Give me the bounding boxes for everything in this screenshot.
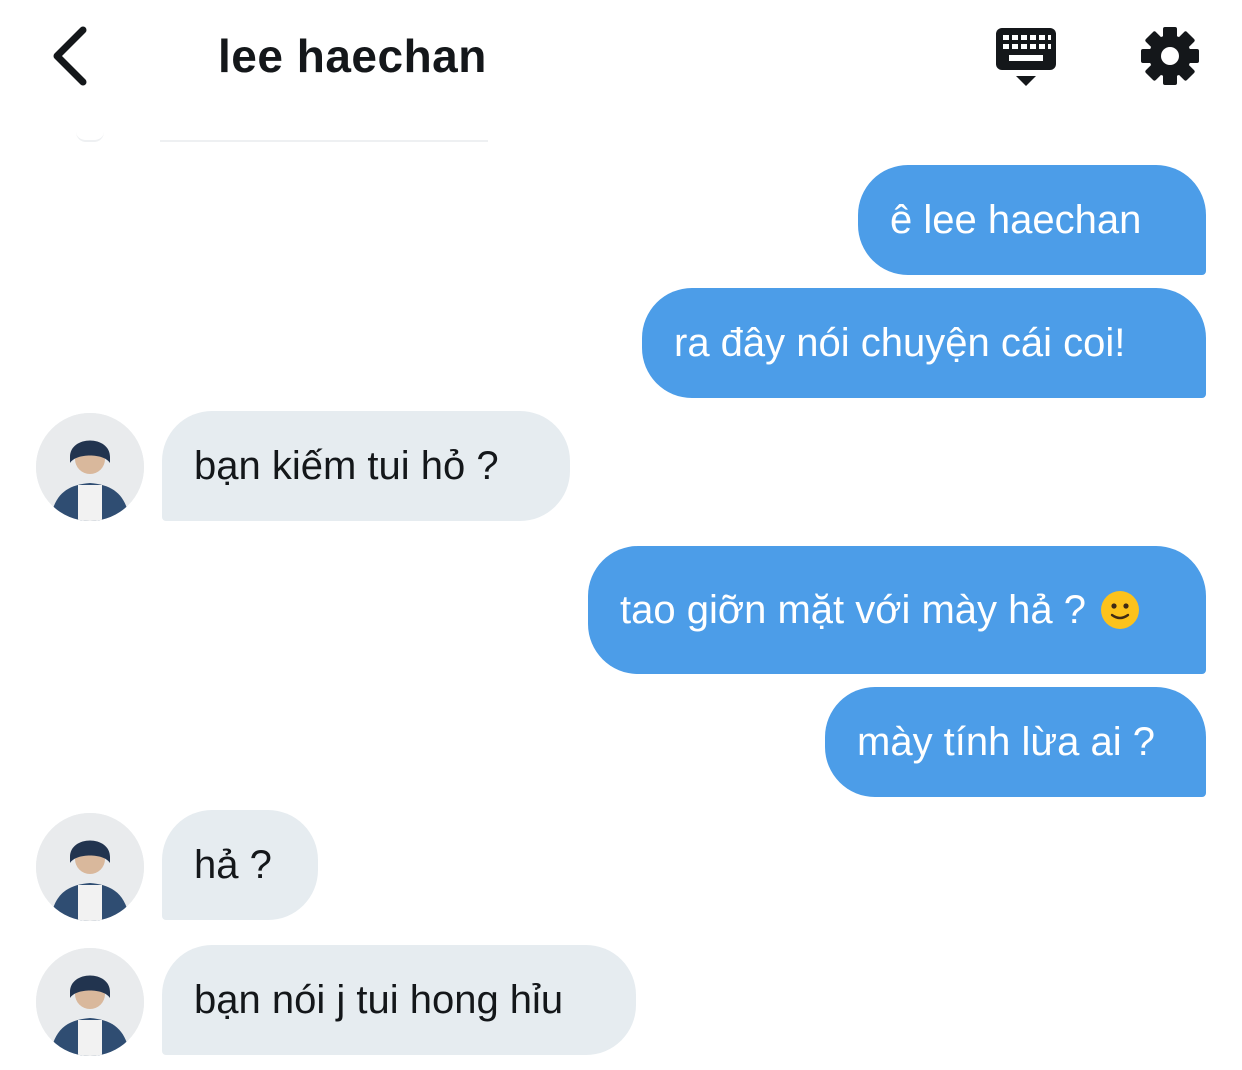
- avatar-photo: [36, 813, 144, 921]
- message-text: ê lee haechan: [890, 198, 1142, 242]
- sent-message[interactable]: mày tính lừa ai ?: [825, 687, 1206, 797]
- chevron-left-icon: [53, 26, 87, 86]
- received-message[interactable]: bạn nói j tui hong hỉu: [162, 945, 636, 1055]
- message-text: bạn kiếm tui hỏ ?: [194, 444, 499, 488]
- message-text: tao giỡn mặt với mày hả ?: [620, 588, 1086, 632]
- keyboard-icon: [996, 28, 1056, 86]
- scrolled-avatar-edge: [76, 132, 104, 142]
- received-message[interactable]: hả ?: [162, 810, 318, 920]
- conversation-header: lee haechan: [0, 0, 1242, 112]
- gear-icon: [1141, 27, 1199, 85]
- contact-avatar[interactable]: [36, 813, 144, 921]
- back-button[interactable]: [34, 18, 104, 94]
- message-text: mày tính lừa ai ?: [857, 720, 1156, 764]
- avatar-photo: [36, 948, 144, 1056]
- avatar-photo: [36, 413, 144, 521]
- sent-message[interactable]: ra đây nói chuyện cái coi!: [642, 288, 1206, 398]
- message-text: ra đây nói chuyện cái coi!: [674, 321, 1126, 365]
- contact-avatar[interactable]: [36, 413, 144, 521]
- sent-message[interactable]: tao giỡn mặt với mày hả ?: [588, 546, 1206, 674]
- keyboard-toggle-button[interactable]: [990, 22, 1062, 92]
- message-text: bạn nói j tui hong hỉu: [194, 978, 564, 1022]
- message-text: hả ?: [194, 843, 272, 887]
- conversation-title: lee haechan: [218, 30, 487, 82]
- scrolled-bubble-edge: [160, 132, 488, 142]
- settings-button[interactable]: [1136, 22, 1204, 90]
- contact-avatar[interactable]: [36, 948, 144, 1056]
- received-message[interactable]: bạn kiếm tui hỏ ?: [162, 411, 570, 521]
- slightly-smiling-face-emoji: [1100, 590, 1140, 630]
- sent-message[interactable]: ê lee haechan: [858, 165, 1206, 275]
